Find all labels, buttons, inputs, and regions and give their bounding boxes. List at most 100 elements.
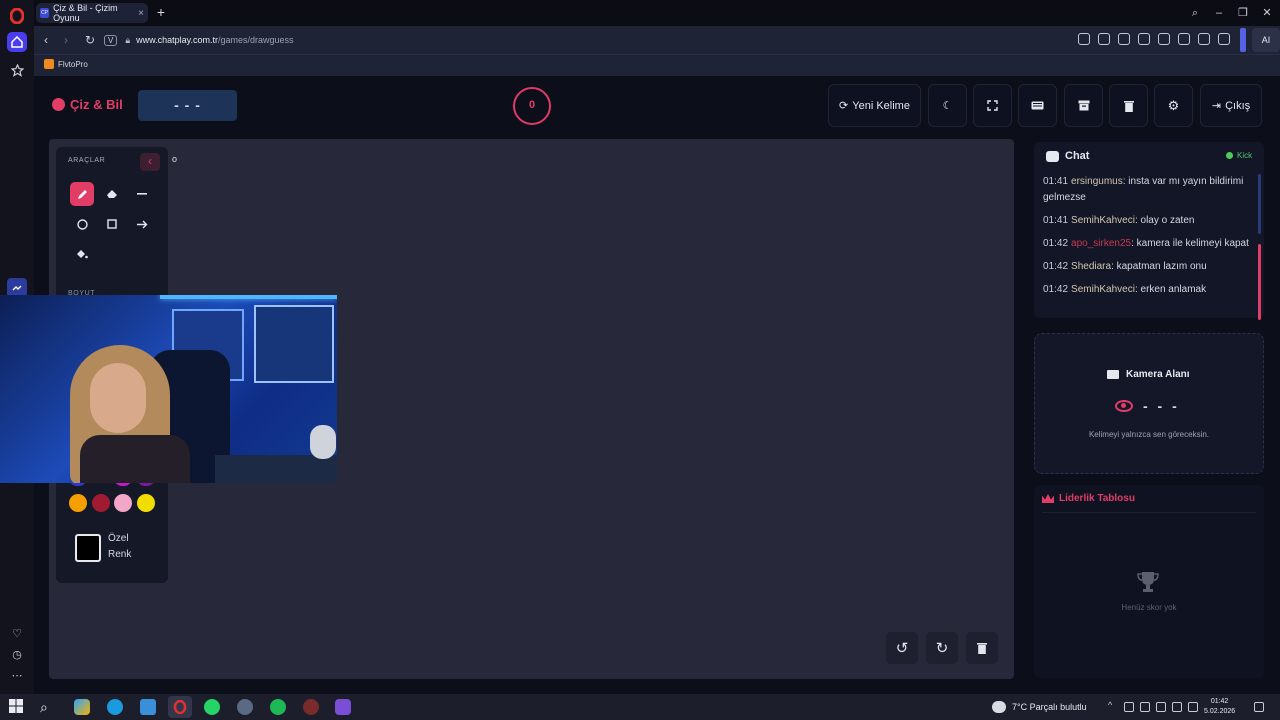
download-icon[interactable]: [1178, 33, 1190, 45]
arrow-right-icon: [136, 220, 147, 228]
shield-icon[interactable]: [1118, 33, 1130, 45]
clear-button[interactable]: [1109, 84, 1148, 127]
ai-button[interactable]: AI: [1252, 28, 1280, 52]
tab-active[interactable]: CP Çiz & Bil - Çizim Oyunu ×: [36, 3, 148, 23]
weather-widget[interactable]: 7°C Parçalı bulutlu: [992, 701, 1087, 713]
chat-message: 01:42 SemihKahveci: erken anlamak: [1043, 282, 1251, 298]
play-icon[interactable]: [1138, 33, 1150, 45]
bookmark-item[interactable]: FlvtoPro: [44, 59, 88, 69]
exit-button[interactable]: ⇥ Çıkış: [1200, 84, 1262, 127]
redo-button[interactable]: ↻: [926, 632, 958, 664]
new-tab-icon[interactable]: +: [154, 5, 168, 20]
circle-tool[interactable]: [70, 212, 94, 236]
keyboard-button[interactable]: [1018, 84, 1057, 127]
collapse-tools-button[interactable]: ‹: [140, 153, 160, 171]
tray-icon[interactable]: [1140, 702, 1150, 712]
star-icon[interactable]: [7, 60, 27, 80]
comments-icon: [1046, 150, 1059, 162]
tab-close-icon[interactable]: ×: [138, 8, 144, 19]
settings-button[interactable]: ⚙: [1154, 84, 1193, 127]
color-swatch-crimson[interactable]: [92, 494, 110, 512]
eraser-tool[interactable]: [100, 182, 124, 206]
edge-icon[interactable]: [107, 699, 123, 715]
restore-icon[interactable]: ❐: [1236, 6, 1250, 20]
volume-icon[interactable]: [1156, 702, 1166, 712]
video-icon: [1107, 370, 1119, 379]
opera-logo-icon[interactable]: [7, 6, 27, 26]
app-icon-2[interactable]: [237, 699, 253, 715]
close-window-icon[interactable]: ✕: [1260, 6, 1274, 20]
line-tool[interactable]: [130, 182, 154, 206]
custom-color-picker[interactable]: [75, 534, 101, 562]
opera-taskbar-icon[interactable]: [168, 696, 192, 718]
chat-username[interactable]: Shediara: [1071, 261, 1111, 272]
chat-messages[interactable]: 01:41 ersingumus: insta var mı yayın bild…: [1043, 174, 1251, 305]
camera-title-text: Kamera Alanı: [1126, 369, 1190, 380]
vpn-badge[interactable]: V: [104, 34, 118, 46]
spotify-icon[interactable]: [270, 699, 286, 715]
pen-tool[interactable]: [70, 182, 94, 206]
history-icon[interactable]: ◷: [10, 648, 24, 662]
new-word-button[interactable]: ⟳ Yeni Kelime: [828, 84, 921, 127]
color-swatch-pink[interactable]: [114, 494, 132, 512]
minimize-icon[interactable]: –: [1212, 6, 1226, 20]
more-icon[interactable]: ⋯: [10, 669, 24, 683]
custom-color-label-line1: Özel: [108, 533, 129, 544]
copilot-icon[interactable]: [74, 699, 90, 715]
url-host: www.chatplay.com.tr: [136, 35, 218, 45]
windows-start-icon[interactable]: [9, 699, 25, 715]
teddy-bear: [310, 425, 336, 459]
platform-label: Kick: [1237, 151, 1253, 160]
desk: [215, 455, 337, 483]
mic-icon[interactable]: [1124, 702, 1134, 712]
sidebar-toggle[interactable]: [1240, 28, 1246, 52]
app-icon-4[interactable]: [335, 699, 351, 715]
lock-icon: 🔒︎: [125, 34, 131, 45]
online-dot: [1226, 152, 1233, 159]
network-icon[interactable]: [1172, 702, 1182, 712]
delete-canvas-button[interactable]: [966, 632, 998, 664]
edit-icon[interactable]: [1078, 33, 1090, 45]
chat-username[interactable]: apo_sirken25: [1071, 238, 1131, 249]
color-swatch-yellow[interactable]: [137, 494, 155, 512]
webcam-overlay: [0, 295, 337, 483]
arrow-tool[interactable]: [130, 212, 154, 236]
tray-expand-icon[interactable]: ^: [1108, 700, 1118, 710]
home-icon[interactable]: [7, 32, 27, 52]
address-field[interactable]: V 🔒︎ www.chatplay.com.tr/games/drawguess: [104, 30, 1234, 50]
back-icon[interactable]: ‹: [38, 32, 54, 48]
chat-username[interactable]: SemihKahveci: [1071, 284, 1135, 295]
fullscreen-button[interactable]: [973, 84, 1012, 127]
eye-icon[interactable]: [1115, 400, 1133, 412]
app-icon-3[interactable]: [303, 699, 319, 715]
app-icon[interactable]: [140, 699, 156, 715]
rectangle-tool[interactable]: [100, 212, 124, 236]
menu-icon[interactable]: [1198, 33, 1210, 45]
chat-scroll-track: [1258, 174, 1261, 234]
brand[interactable]: Çiz & Bil: [52, 97, 123, 112]
battery-icon[interactable]: [1188, 702, 1198, 712]
search-icon[interactable]: ⌕: [40, 699, 56, 715]
whatsapp-icon[interactable]: [204, 699, 220, 715]
heart-icon[interactable]: ♡: [10, 627, 24, 641]
heart-outline-icon[interactable]: [1158, 33, 1170, 45]
color-swatch-orange[interactable]: [69, 494, 87, 512]
redo-icon: ↻: [935, 640, 949, 657]
chat-scrollbar[interactable]: [1258, 244, 1261, 320]
chat-username[interactable]: ersingumus: [1071, 176, 1123, 187]
archive-button[interactable]: [1064, 84, 1103, 127]
notifications-icon[interactable]: [1254, 702, 1264, 712]
chat-username[interactable]: SemihKahveci: [1071, 215, 1135, 226]
reload-icon[interactable]: ↻: [82, 32, 98, 48]
empty-leaderboard: Henüz skor yok: [1121, 603, 1177, 612]
search-tabs-icon[interactable]: ⌕: [1188, 6, 1202, 20]
profile-icon[interactable]: [1218, 33, 1230, 45]
custom-color-label: Özel Renk: [108, 531, 131, 563]
theme-toggle-button[interactable]: ☾: [928, 84, 967, 127]
camera-icon[interactable]: [1098, 33, 1110, 45]
weather-icon: [992, 701, 1006, 713]
fill-tool[interactable]: [70, 242, 94, 266]
clock[interactable]: 01:42 5.02.2026: [1204, 697, 1235, 717]
forward-icon[interactable]: ›: [58, 32, 74, 48]
undo-button[interactable]: ↺: [886, 632, 918, 664]
